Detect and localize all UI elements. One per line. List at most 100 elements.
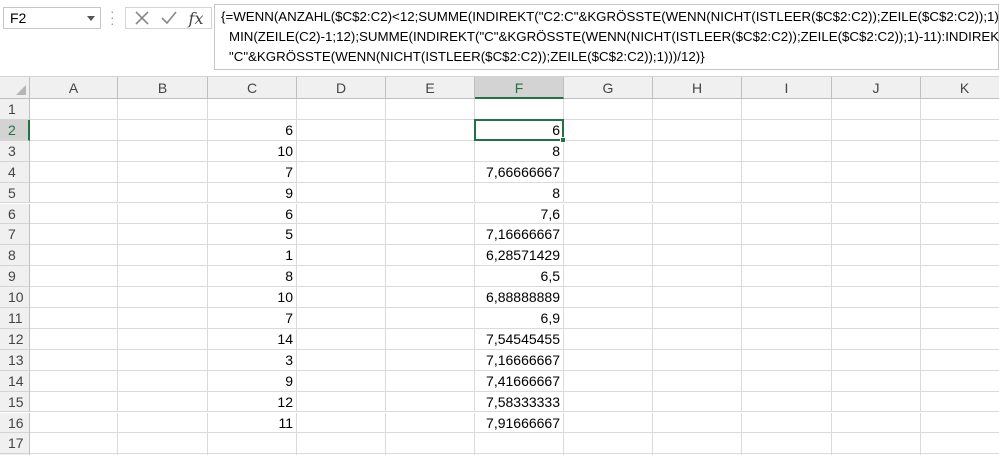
cell-d17[interactable] — [297, 433, 386, 455]
cell-i8[interactable] — [742, 245, 832, 267]
cell-k3[interactable] — [921, 141, 999, 162]
cell-i14[interactable] — [742, 370, 832, 392]
cell-c15[interactable]: 12 — [208, 391, 297, 413]
cell-b1[interactable] — [118, 99, 208, 120]
cell-k8[interactable] — [921, 245, 999, 267]
row-header-16[interactable]: 16 — [0, 412, 30, 434]
cell-j10[interactable] — [832, 287, 921, 308]
cell-a5[interactable] — [30, 182, 118, 204]
cell-i11[interactable] — [742, 308, 832, 329]
cell-c11[interactable]: 7 — [208, 308, 297, 329]
name-box-value[interactable]: F2 — [10, 10, 26, 26]
cell-d13[interactable] — [297, 349, 386, 371]
select-all-corner[interactable] — [0, 77, 30, 99]
cell-b4[interactable] — [118, 161, 208, 183]
cell-e12[interactable] — [386, 328, 475, 350]
cell-h9[interactable] — [653, 266, 742, 288]
column-header-c[interactable]: C — [208, 77, 297, 99]
cell-g5[interactable] — [564, 182, 653, 204]
cell-i12[interactable] — [742, 328, 832, 350]
cell-c17[interactable] — [208, 433, 297, 455]
cell-i9[interactable] — [742, 266, 832, 288]
cell-k9[interactable] — [921, 266, 999, 288]
row-header-6[interactable]: 6 — [0, 203, 30, 225]
cell-e9[interactable] — [386, 266, 475, 288]
cell-g7[interactable] — [564, 224, 653, 246]
cell-f13[interactable]: 7,16666667 — [475, 349, 564, 371]
cell-h11[interactable] — [653, 308, 742, 329]
cell-j16[interactable] — [832, 412, 921, 434]
cell-e4[interactable] — [386, 161, 475, 183]
cell-f5[interactable]: 8 — [475, 182, 564, 204]
cell-h17[interactable] — [653, 433, 742, 455]
cell-g11[interactable] — [564, 308, 653, 329]
cell-h13[interactable] — [653, 349, 742, 371]
cell-b6[interactable] — [118, 203, 208, 225]
cell-e5[interactable] — [386, 182, 475, 204]
cell-h15[interactable] — [653, 391, 742, 413]
cell-h4[interactable] — [653, 161, 742, 183]
formula-line[interactable]: "C"&KGRÖSSTE(WENN(NICHT(ISTLEER($C$2:C2)… — [221, 47, 996, 67]
cell-d12[interactable] — [297, 328, 386, 350]
formula-text[interactable]: {=WENN(ANZAHL($C$2:C2)<12;SUMME(INDIREKT… — [221, 7, 999, 67]
cell-k13[interactable] — [921, 350, 999, 371]
cell-b15[interactable] — [118, 391, 208, 413]
cell-a1[interactable] — [30, 99, 118, 120]
row-header-12[interactable]: 12 — [0, 328, 30, 350]
cell-b10[interactable] — [118, 287, 208, 308]
cell-b12[interactable] — [118, 328, 208, 350]
cell-j17[interactable] — [832, 433, 921, 455]
cell-e10[interactable] — [386, 287, 475, 308]
cell-j7[interactable] — [832, 224, 921, 246]
cell-k11[interactable] — [921, 308, 999, 329]
cell-h3[interactable] — [653, 140, 742, 162]
cell-k14[interactable] — [921, 371, 999, 392]
cell-h12[interactable] — [653, 328, 742, 350]
cell-c8[interactable]: 1 — [208, 245, 297, 267]
cell-c10[interactable]: 10 — [208, 287, 297, 308]
cell-f10[interactable]: 6,88888889 — [475, 287, 564, 308]
cell-j12[interactable] — [832, 328, 921, 350]
column-header-e[interactable]: E — [386, 77, 475, 99]
cell-g15[interactable] — [564, 391, 653, 413]
cell-f15[interactable]: 7,58333333 — [475, 391, 564, 413]
cell-c16[interactable]: 11 — [208, 412, 297, 434]
cell-j2[interactable] — [832, 119, 921, 141]
cell-e17[interactable] — [386, 433, 475, 455]
column-header-a[interactable]: A — [30, 77, 118, 99]
cell-j9[interactable] — [832, 266, 921, 288]
cell-c13[interactable]: 3 — [208, 349, 297, 371]
cell-d14[interactable] — [297, 370, 386, 392]
cell-a7[interactable] — [30, 224, 118, 246]
column-header-i[interactable]: I — [742, 77, 832, 99]
column-header-k[interactable]: K — [921, 77, 999, 99]
cell-f9[interactable]: 6,5 — [475, 266, 564, 288]
cell-b16[interactable] — [118, 412, 208, 434]
cell-f7[interactable]: 7,16666667 — [475, 224, 564, 246]
cell-k4[interactable] — [921, 162, 999, 183]
cell-g16[interactable] — [564, 412, 653, 434]
column-header-g[interactable]: G — [564, 77, 653, 99]
cell-f12[interactable]: 7,54545455 — [475, 328, 564, 350]
cell-f6[interactable]: 7,6 — [475, 203, 564, 225]
cell-c9[interactable]: 8 — [208, 266, 297, 288]
cell-h2[interactable] — [653, 119, 742, 141]
cell-f17[interactable] — [475, 433, 564, 455]
cell-k17[interactable] — [921, 433, 999, 455]
cell-c5[interactable]: 9 — [208, 182, 297, 204]
cell-g6[interactable] — [564, 203, 653, 225]
cell-d6[interactable] — [297, 203, 386, 225]
cell-a12[interactable] — [30, 328, 118, 350]
row-header-4[interactable]: 4 — [0, 161, 30, 183]
cell-k2[interactable] — [921, 120, 999, 141]
cell-a8[interactable] — [30, 245, 118, 267]
cell-b2[interactable] — [118, 119, 208, 141]
row-header-17[interactable]: 17 — [0, 433, 30, 455]
cell-k12[interactable] — [921, 329, 999, 350]
cell-f11[interactable]: 6,9 — [475, 308, 564, 329]
cell-d4[interactable] — [297, 161, 386, 183]
cell-j15[interactable] — [832, 391, 921, 413]
row-header-2[interactable]: 2 — [0, 119, 30, 141]
cell-k15[interactable] — [921, 392, 999, 413]
cell-f16[interactable]: 7,91666667 — [475, 412, 564, 434]
